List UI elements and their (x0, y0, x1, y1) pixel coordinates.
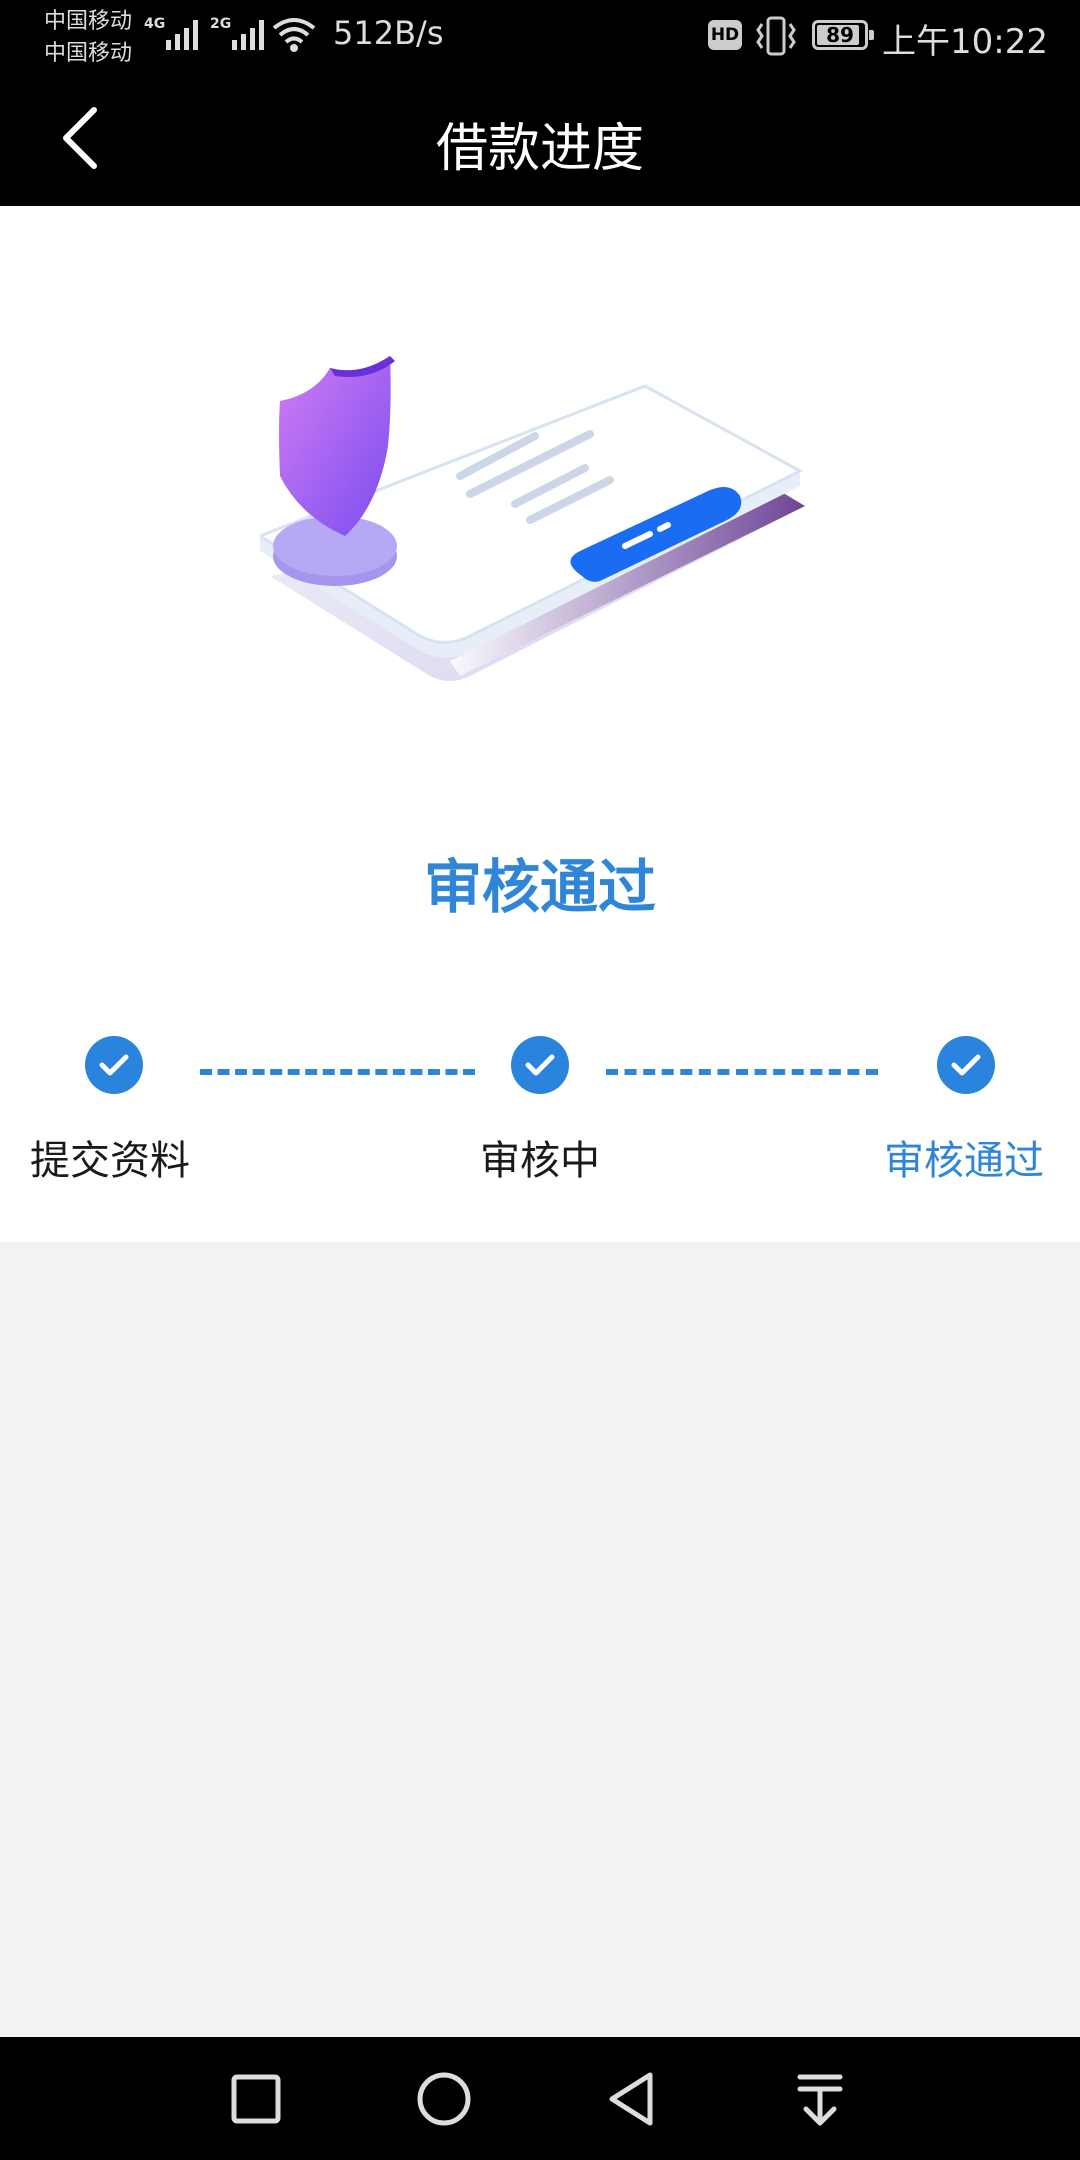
status-time: 上午10:22 (882, 22, 1048, 62)
vibrate-icon (756, 16, 796, 56)
title-bar: 借款进度 (0, 72, 1080, 206)
step-label-submit: 提交资料 (30, 1138, 190, 1184)
status-bar: 中国移动 中国移动 4G 2G 512B/s HD 89 上午10:22 (0, 0, 1080, 72)
step-label-reviewing: 审核中 (480, 1138, 600, 1184)
home-icon[interactable] (412, 2067, 476, 2131)
step-1-check (85, 1036, 143, 1094)
step-3-check (937, 1036, 995, 1094)
page-title: 借款进度 (435, 119, 644, 179)
carrier-names: 中国移动 中国移动 (44, 6, 132, 70)
system-nav-bar (0, 2037, 1080, 2160)
step-connector-1 (200, 1069, 475, 1075)
wifi-icon (272, 18, 316, 52)
carrier-2: 中国移动 (44, 41, 133, 66)
back-icon[interactable] (600, 2067, 664, 2131)
step-2-check (511, 1036, 569, 1094)
progress-card: 审核通过 提交资料 审核中 审核通过 (0, 206, 1080, 1242)
hd-icon: HD (708, 20, 742, 50)
review-approved-illustration (260, 356, 805, 681)
network-speed: 512B/s (333, 14, 444, 52)
battery-icon: 89 (812, 20, 874, 50)
step-connector-2 (606, 1069, 878, 1075)
battery-level: 89 (826, 23, 854, 47)
step-label-approved: 审核通过 (884, 1138, 1044, 1184)
carrier-1: 中国移动 (44, 9, 133, 34)
result-title: 审核通过 (423, 853, 656, 921)
check-icon (99, 1054, 129, 1076)
check-icon (525, 1054, 555, 1076)
recent-apps-icon[interactable] (224, 2067, 288, 2131)
check-icon (951, 1054, 981, 1076)
notification-pull-icon[interactable] (788, 2067, 852, 2131)
